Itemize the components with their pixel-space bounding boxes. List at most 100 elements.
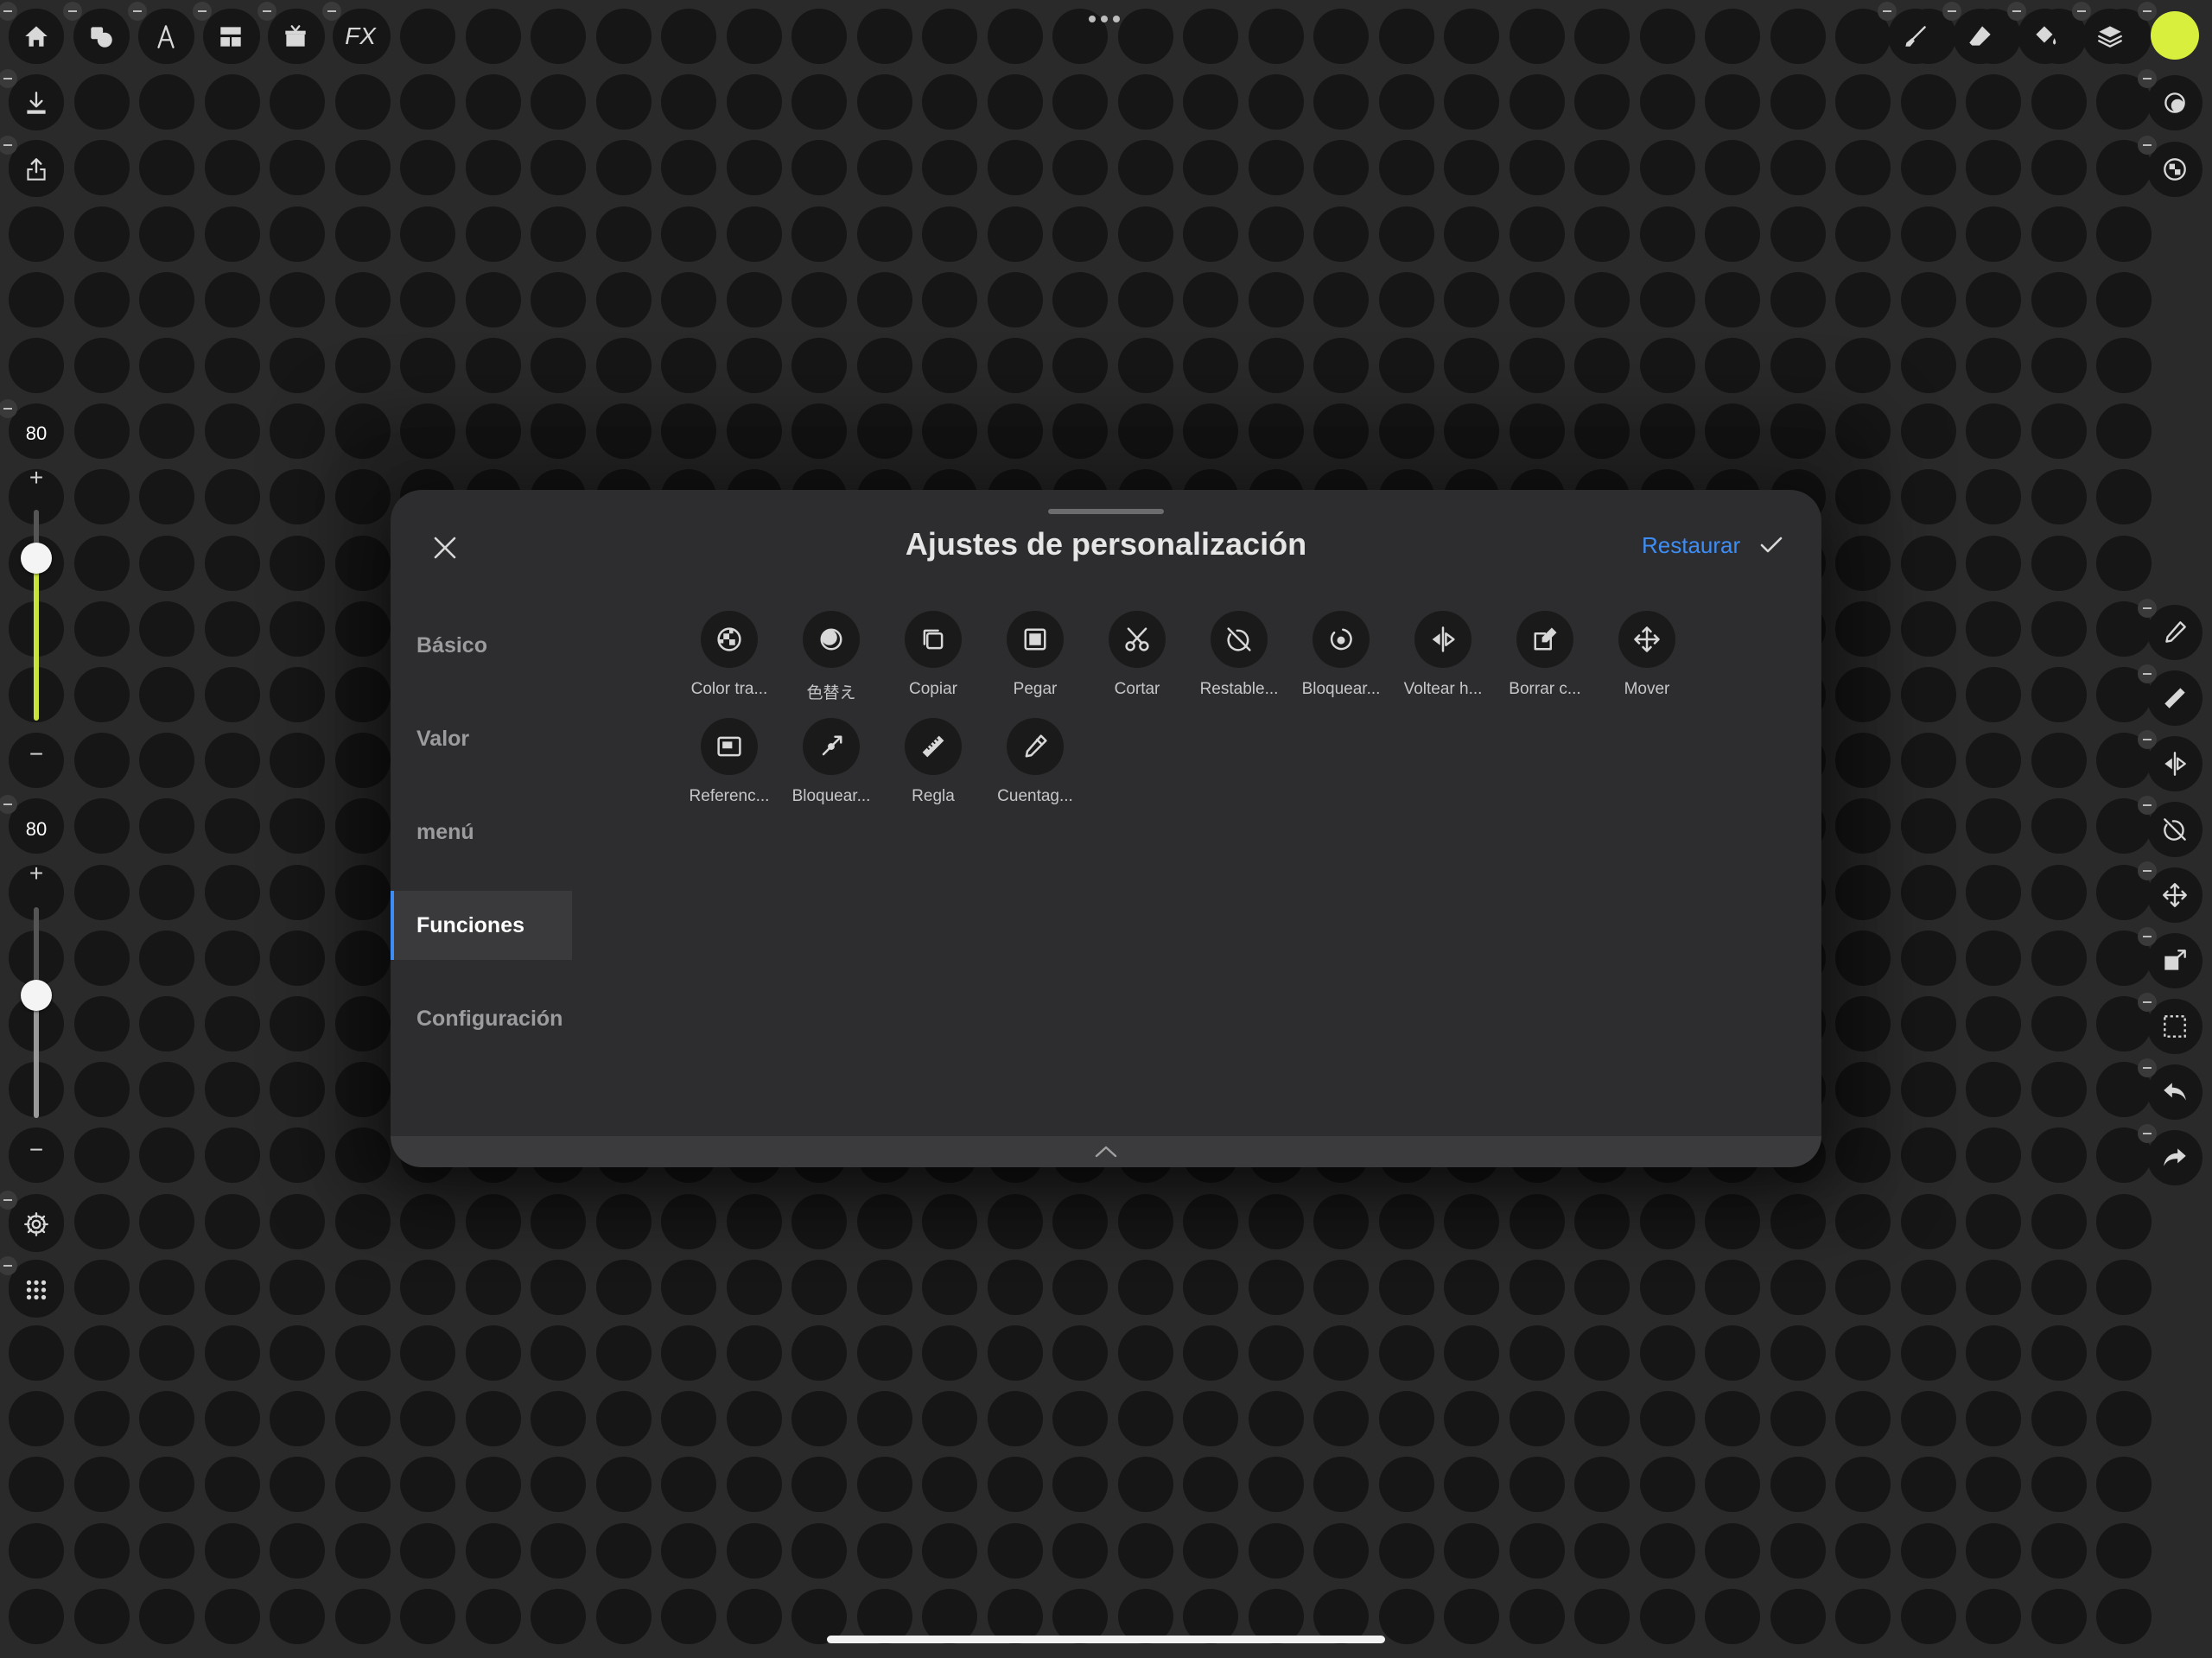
empty-slot[interactable] bbox=[400, 1325, 455, 1381]
feature-item[interactable]: Bloquear... bbox=[780, 718, 882, 825]
empty-slot[interactable] bbox=[791, 1391, 847, 1447]
empty-slot[interactable] bbox=[531, 74, 586, 130]
empty-slot[interactable] bbox=[73, 1128, 130, 1184]
remove-flip-badge[interactable] bbox=[2138, 730, 2157, 749]
empty-slot[interactable] bbox=[2031, 206, 2087, 262]
empty-slot[interactable] bbox=[1444, 338, 1499, 393]
empty-slot[interactable] bbox=[922, 1259, 977, 1315]
empty-slot[interactable] bbox=[1639, 1522, 1695, 1579]
empty-slot[interactable] bbox=[73, 403, 130, 460]
empty-slot[interactable] bbox=[1966, 996, 2021, 1051]
empty-slot[interactable] bbox=[1770, 74, 1826, 130]
empty-slot[interactable] bbox=[1966, 1259, 2021, 1315]
empty-slot[interactable] bbox=[2031, 667, 2087, 722]
empty-slot[interactable] bbox=[334, 140, 391, 196]
empty-slot[interactable] bbox=[1835, 1457, 1891, 1513]
empty-slot[interactable] bbox=[1052, 206, 1108, 262]
empty-slot[interactable] bbox=[270, 338, 325, 393]
empty-slot[interactable] bbox=[334, 338, 391, 393]
remove-eraser-badge[interactable] bbox=[1942, 2, 1961, 21]
empty-slot[interactable] bbox=[1900, 1062, 1956, 1118]
empty-slot[interactable] bbox=[1117, 1325, 1173, 1381]
empty-slot[interactable] bbox=[2031, 74, 2087, 130]
feature-button[interactable] bbox=[701, 611, 758, 668]
empty-slot[interactable] bbox=[139, 1259, 194, 1315]
empty-slot[interactable] bbox=[1313, 1325, 1369, 1381]
empty-slot[interactable] bbox=[595, 1588, 652, 1644]
feature-button[interactable] bbox=[803, 718, 860, 775]
empty-slot[interactable] bbox=[270, 1325, 325, 1381]
remove-layout-badge[interactable] bbox=[193, 2, 212, 21]
empty-slot[interactable] bbox=[2031, 140, 2087, 196]
empty-slot[interactable] bbox=[73, 667, 130, 722]
remove-shapes-badge[interactable] bbox=[63, 2, 82, 21]
empty-slot[interactable] bbox=[922, 140, 977, 196]
empty-slot[interactable] bbox=[1705, 1522, 1760, 1579]
remove-move-badge[interactable] bbox=[2138, 861, 2157, 880]
empty-slot[interactable] bbox=[2096, 469, 2152, 525]
empty-slot[interactable] bbox=[1183, 74, 1238, 130]
empty-slot[interactable] bbox=[270, 469, 325, 525]
empty-slot[interactable] bbox=[400, 9, 455, 64]
empty-slot[interactable] bbox=[595, 74, 652, 130]
empty-slot[interactable] bbox=[987, 1259, 1043, 1315]
feature-item[interactable]: Color tra... bbox=[678, 611, 780, 718]
empty-slot[interactable] bbox=[1705, 271, 1760, 327]
empty-slot[interactable] bbox=[270, 206, 325, 262]
empty-slot[interactable] bbox=[922, 338, 977, 393]
empty-slot[interactable] bbox=[1509, 9, 1565, 64]
empty-slot[interactable] bbox=[2096, 338, 2152, 393]
empty-slot[interactable] bbox=[1378, 1522, 1434, 1579]
empty-slot[interactable] bbox=[334, 271, 391, 327]
empty-slot[interactable] bbox=[1117, 271, 1173, 327]
empty-slot[interactable] bbox=[1705, 74, 1760, 130]
empty-slot[interactable] bbox=[270, 733, 325, 789]
empty-slot[interactable] bbox=[1835, 1391, 1891, 1447]
remove-layers-badge[interactable] bbox=[2072, 2, 2091, 21]
reset-rotation-button[interactable] bbox=[2147, 802, 2202, 857]
empty-slot[interactable] bbox=[1444, 1457, 1499, 1513]
empty-slot[interactable] bbox=[1639, 140, 1695, 196]
empty-slot[interactable] bbox=[856, 1259, 912, 1315]
empty-slot[interactable] bbox=[1313, 1522, 1369, 1579]
empty-slot[interactable] bbox=[1966, 469, 2021, 525]
empty-slot[interactable] bbox=[726, 1522, 782, 1579]
empty-slot[interactable] bbox=[139, 600, 194, 657]
empty-slot[interactable] bbox=[2031, 1325, 2087, 1381]
empty-slot[interactable] bbox=[791, 9, 847, 64]
empty-slot[interactable] bbox=[1444, 9, 1499, 64]
empty-slot[interactable] bbox=[1378, 1325, 1434, 1381]
empty-slot[interactable] bbox=[661, 338, 716, 393]
empty-slot[interactable] bbox=[204, 1391, 260, 1447]
empty-slot[interactable] bbox=[661, 1325, 716, 1381]
empty-slot[interactable] bbox=[1183, 271, 1238, 327]
empty-slot[interactable] bbox=[1052, 1457, 1108, 1513]
empty-slot[interactable] bbox=[1900, 1522, 1956, 1579]
empty-slot[interactable] bbox=[1966, 864, 2021, 920]
empty-slot[interactable] bbox=[139, 798, 194, 854]
empty-slot[interactable] bbox=[1770, 206, 1826, 262]
empty-slot[interactable] bbox=[73, 1062, 130, 1118]
feature-button[interactable] bbox=[1618, 611, 1675, 668]
empty-slot[interactable] bbox=[1574, 1325, 1630, 1381]
empty-slot[interactable] bbox=[2031, 271, 2087, 327]
empty-slot[interactable] bbox=[1900, 74, 1956, 130]
empty-slot[interactable] bbox=[1835, 338, 1891, 393]
empty-slot[interactable] bbox=[1313, 74, 1369, 130]
empty-slot[interactable] bbox=[1835, 271, 1891, 327]
empty-slot[interactable] bbox=[400, 338, 455, 393]
empty-slot[interactable] bbox=[1052, 338, 1108, 393]
empty-slot[interactable] bbox=[270, 1457, 325, 1513]
empty-slot[interactable] bbox=[73, 1588, 130, 1644]
empty-slot[interactable] bbox=[856, 338, 912, 393]
empty-slot[interactable] bbox=[334, 1522, 391, 1579]
empty-slot[interactable] bbox=[595, 271, 652, 327]
empty-slot[interactable] bbox=[1444, 140, 1499, 196]
empty-slot[interactable] bbox=[1574, 74, 1630, 130]
empty-slot[interactable] bbox=[1900, 600, 1956, 657]
empty-slot[interactable] bbox=[1770, 1325, 1826, 1381]
more-options-dots[interactable] bbox=[1089, 16, 1120, 22]
empty-slot[interactable] bbox=[1770, 338, 1826, 393]
empty-slot[interactable] bbox=[334, 74, 391, 130]
empty-slot[interactable] bbox=[270, 1522, 325, 1579]
